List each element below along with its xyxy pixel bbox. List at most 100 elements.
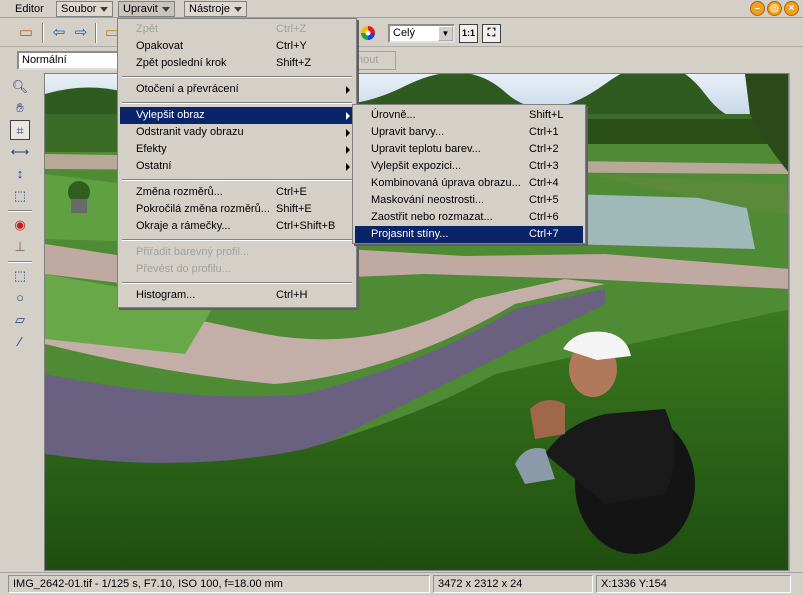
submenu-item-expozice[interactable]: Vylepšit expozici... Ctrl+3	[355, 158, 583, 175]
submenu-item-zaostrit[interactable]: Zaostřit nebo rozmazat... Ctrl+6	[355, 209, 583, 226]
menu-separator	[122, 239, 352, 241]
menu-item-label: Ostatní	[136, 160, 172, 172]
menu-item-zmena-rozmeru[interactable]: Změna rozměrů... Ctrl+E	[120, 184, 354, 201]
blend-mode-field[interactable]: Normální	[17, 51, 127, 70]
hand-tool-icon[interactable]: ✋︎	[10, 98, 30, 118]
menu-item-pokrocila-zmena[interactable]: Pokročilá změna rozměrů... Shift+E	[120, 201, 354, 218]
menu-item-label: Upravit teplotu barev...	[371, 143, 481, 155]
menu-item-label: Opakovat	[136, 40, 184, 52]
menu-item-label: Pokročilá změna rozměrů...	[136, 203, 270, 215]
zoom-tool-icon[interactable]: 🔍︎	[10, 77, 30, 97]
menu-editor[interactable]: Editor	[10, 1, 49, 17]
menu-item-shortcut: Ctrl+7	[529, 228, 559, 240]
menu-item-efekty[interactable]: Efekty	[120, 141, 354, 158]
menu-item-label: Zpět	[136, 23, 159, 35]
color-wheel-icon[interactable]	[358, 23, 378, 43]
lasso-icon[interactable]: ○	[10, 288, 30, 308]
menu-item-label: Upravit barvy...	[371, 126, 445, 138]
menu-item-label: Okraje a rámečky...	[136, 220, 231, 232]
menu-item-label: Převést do profilu...	[136, 263, 231, 275]
menu-item-vylepsit-obraz[interactable]: Vylepšit obraz	[120, 107, 354, 124]
menu-item-label: Zaostřit nebo rozmazat...	[371, 211, 493, 223]
toolbar-separator	[95, 23, 97, 43]
chevron-down-icon	[161, 6, 170, 12]
submenu-arrow-icon	[346, 112, 350, 120]
zoom-value: Celý	[393, 27, 416, 39]
menu-item-shortcut: Ctrl+5	[529, 194, 559, 206]
menu-nastroje[interactable]: Nástroje	[184, 1, 247, 17]
zoom-select[interactable]: Celý ▼	[388, 24, 455, 43]
menu-item-priradit-profil[interactable]: Přiřadit barevný profil...	[120, 244, 354, 261]
menu-item-shortcut: Ctrl+2	[529, 143, 559, 155]
menu-item-opakovat[interactable]: Opakovat Ctrl+Y	[120, 38, 354, 55]
menu-item-label: Zpět poslední krok	[136, 57, 227, 69]
restore-icon[interactable]: ◎	[767, 1, 782, 16]
clone-stamp-icon[interactable]: ⊥	[10, 237, 30, 257]
menu-item-label: Přiřadit barevný profil...	[136, 246, 250, 258]
tool-separator	[8, 261, 32, 263]
menu-item-prevest-profil[interactable]: Převést do profilu...	[120, 261, 354, 278]
menu-item-shortcut: Shift+L	[529, 109, 564, 121]
vylepsit-obraz-submenu: Úrovně... Shift+L Upravit barvy... Ctrl+…	[352, 104, 586, 244]
menu-item-ostatni[interactable]: Ostatní	[120, 158, 354, 175]
tool-separator	[8, 210, 32, 212]
menu-separator	[122, 76, 352, 78]
menu-item-label: Maskování neostrosti...	[371, 194, 485, 206]
submenu-arrow-icon	[346, 163, 350, 171]
arrow-right-icon[interactable]: ⇨	[71, 23, 91, 43]
menu-item-shortcut: Ctrl+4	[529, 177, 559, 189]
menu-item-otoceni[interactable]: Otočení a převrácení	[120, 81, 354, 98]
menu-item-label: Vylepšit expozici...	[371, 160, 462, 172]
submenu-item-upravit-barvy[interactable]: Upravit barvy... Ctrl+1	[355, 124, 583, 141]
menu-item-odstranit-vady[interactable]: Odstranit vady obrazu	[120, 124, 354, 141]
menu-item-histogram[interactable]: Histogram... Ctrl+H	[120, 287, 354, 304]
menu-item-label: Otočení a převrácení	[136, 83, 239, 95]
menu-item-zpet-posledni-krok[interactable]: Zpět poslední krok Shift+Z	[120, 55, 354, 72]
rect-select-icon[interactable]: ⬚	[10, 266, 30, 286]
menu-soubor-label: Soubor	[61, 3, 97, 15]
chevron-down-icon	[100, 6, 109, 12]
submenu-item-teplota-barev[interactable]: Upravit teplotu barev... Ctrl+2	[355, 141, 583, 158]
menu-item-label: Projasnit stíny...	[371, 228, 449, 240]
submenu-item-maskovani-neostrosti[interactable]: Maskování neostrosti... Ctrl+5	[355, 192, 583, 209]
open-folder-icon[interactable]: ▭	[16, 23, 36, 43]
submenu-item-urovne[interactable]: Úrovně... Shift+L	[355, 107, 583, 124]
menu-soubor[interactable]: Soubor	[56, 1, 114, 17]
menu-upravit-label: Upravit	[123, 3, 158, 15]
fullscreen-icon[interactable]: ⛶	[482, 24, 501, 43]
submenu-arrow-icon	[346, 129, 350, 137]
apply-button[interactable]: nout	[352, 51, 396, 70]
minimize-icon[interactable]: –	[750, 1, 765, 16]
crop-tool-icon[interactable]: ⌗	[10, 120, 30, 140]
chevron-down-icon	[233, 6, 242, 12]
menu-item-label: Změna rozměrů...	[136, 186, 223, 198]
vertical-scrollbar[interactable]	[789, 73, 803, 571]
menu-item-label: Vylepšit obraz	[136, 109, 205, 121]
menu-item-label: Odstranit vady obrazu	[136, 126, 244, 138]
straighten-vertical-icon[interactable]: ↕	[10, 164, 30, 184]
straighten-horizontal-icon[interactable]: ⟷	[10, 142, 30, 162]
menu-upravit[interactable]: Upravit	[118, 1, 175, 17]
zoom-one-to-one-button[interactable]: 1:1	[459, 24, 478, 43]
menu-item-label: Efekty	[136, 143, 167, 155]
submenu-arrow-icon	[346, 146, 350, 154]
menu-item-okraje[interactable]: Okraje a rámečky... Ctrl+Shift+B	[120, 218, 354, 235]
chevron-down-icon[interactable]: ▼	[438, 26, 453, 41]
red-eye-icon[interactable]: ◉	[10, 215, 30, 235]
menu-item-shortcut: Ctrl+Z	[276, 23, 307, 35]
magic-wand-icon[interactable]: ⁄	[10, 332, 30, 352]
perspective-icon[interactable]: ⬚	[10, 186, 30, 206]
tool-palette: 🔍︎ ✋︎ ⌗ ⟷ ↕ ⬚ ◉ ⊥ ⬚ ○ ▱ ⁄	[0, 72, 44, 572]
close-icon[interactable]: ×	[784, 1, 799, 16]
menu-item-label: Kombinovaná úprava obrazu...	[371, 177, 521, 189]
polygon-lasso-icon[interactable]: ▱	[10, 310, 30, 330]
menu-item-zpet[interactable]: Zpět Ctrl+Z	[120, 21, 354, 38]
menu-item-shortcut: Ctrl+1	[529, 126, 559, 138]
menu-item-shortcut: Shift+E	[276, 203, 312, 215]
menu-nastroje-label: Nástroje	[189, 3, 230, 15]
submenu-item-projasnit-stiny[interactable]: Projasnit stíny... Ctrl+7	[355, 226, 583, 243]
arrow-left-icon[interactable]: ⇦	[49, 23, 69, 43]
submenu-item-kombinovana-uprava[interactable]: Kombinovaná úprava obrazu... Ctrl+4	[355, 175, 583, 192]
menu-item-shortcut: Ctrl+Y	[276, 40, 307, 52]
status-bar: IMG_2642-01.tif - 1/125 s, F7.10, ISO 10…	[0, 572, 803, 596]
